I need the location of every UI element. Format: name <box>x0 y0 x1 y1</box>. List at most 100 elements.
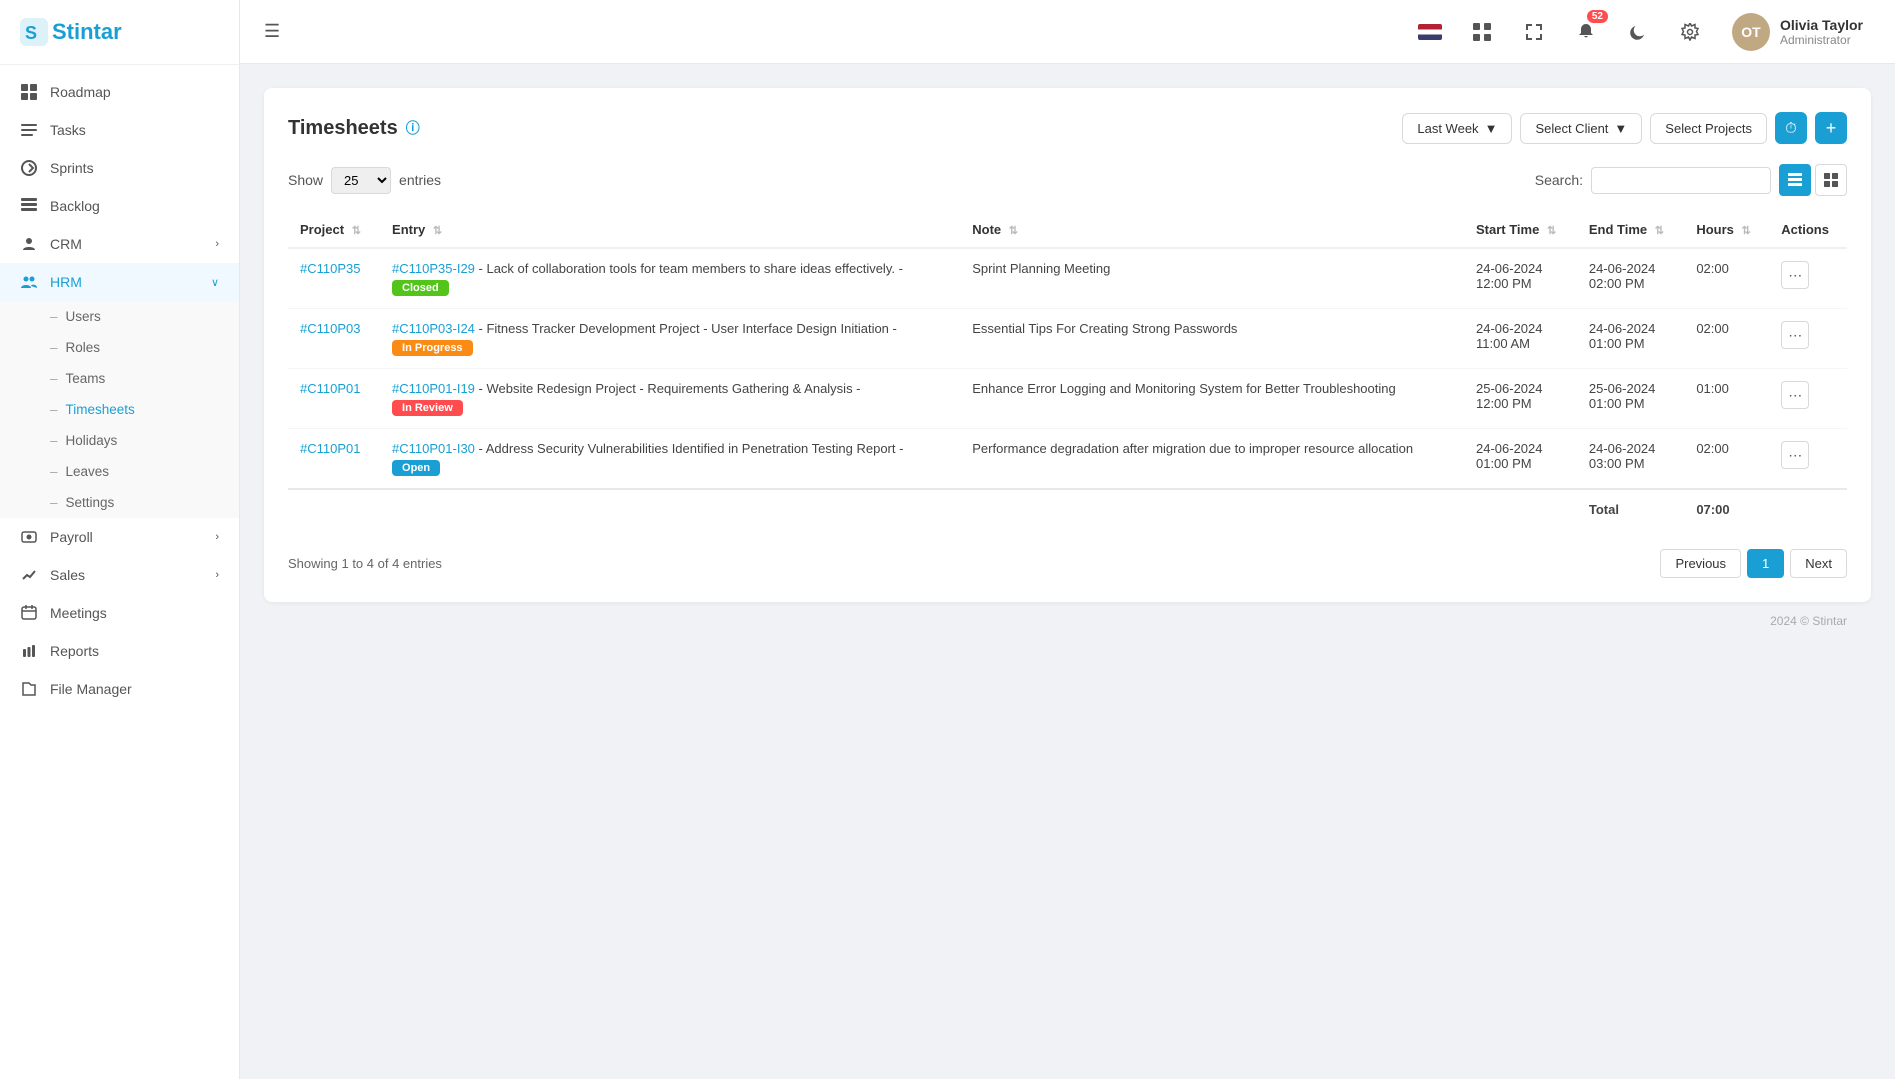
sidebar-item-crm[interactable]: CRM › <box>0 225 239 263</box>
entries-select[interactable]: 25 10 50 100 <box>331 167 391 194</box>
search-input[interactable] <box>1591 167 1771 194</box>
row-action-button[interactable]: ⋯ <box>1781 321 1809 349</box>
project-cell: #C110P01 <box>288 429 380 490</box>
sidebar-item-users-label: Users <box>66 309 101 324</box>
sidebar-item-holidays[interactable]: Holidays <box>0 425 239 456</box>
theme-toggle-button[interactable] <box>1620 14 1656 50</box>
crm-chevron-icon: › <box>215 238 219 250</box>
sprints-icon <box>20 159 38 177</box>
last-week-button[interactable]: Last Week ▼ <box>1402 113 1512 144</box>
sidebar-item-teams-label: Teams <box>66 371 106 386</box>
sidebar-item-tasks[interactable]: Tasks <box>0 111 239 149</box>
grid-expand-button[interactable] <box>1516 14 1552 50</box>
sidebar-item-settings[interactable]: Settings <box>0 487 239 518</box>
settings-button[interactable] <box>1672 14 1708 50</box>
status-badge: Closed <box>392 280 449 296</box>
entry-link[interactable]: #C110P03-I24 <box>392 321 475 336</box>
row-action-button[interactable]: ⋯ <box>1781 261 1809 289</box>
project-link[interactable]: #C110P35 <box>300 261 360 276</box>
actions-cell: ⋯ <box>1769 429 1847 490</box>
next-button[interactable]: Next <box>1790 549 1847 578</box>
hrm-icon <box>20 273 38 291</box>
timesheets-header: Timesheets ⓘ Last Week ▼ Select Client ▼… <box>288 112 1847 144</box>
sidebar-item-users[interactable]: Users <box>0 301 239 332</box>
entry-link[interactable]: #C110P01-I19 <box>392 381 475 396</box>
menu-toggle-button[interactable]: ☰ <box>264 21 280 42</box>
page-1-button[interactable]: 1 <box>1747 549 1784 578</box>
sidebar-item-sprints-label: Sprints <box>50 160 219 176</box>
sidebar-item-reports[interactable]: Reports <box>0 632 239 670</box>
entry-cell: #C110P01-I30 - Address Security Vulnerab… <box>380 429 960 490</box>
add-timesheet-button[interactable]: + <box>1815 112 1847 144</box>
entry-desc: - Address Security Vulnerabilities Ident… <box>479 441 904 456</box>
user-role: Administrator <box>1780 33 1863 47</box>
svg-text:S: S <box>25 23 37 43</box>
entry-link[interactable]: #C110P01-I30 <box>392 441 475 456</box>
info-icon[interactable]: ⓘ <box>406 118 420 138</box>
total-label: Total <box>1577 489 1684 529</box>
select-projects-button[interactable]: Select Projects <box>1650 113 1767 144</box>
entry-desc: - Lack of collaboration tools for team m… <box>479 261 903 276</box>
project-link[interactable]: #C110P01 <box>300 441 360 456</box>
view-buttons <box>1779 164 1847 196</box>
sidebar-item-roadmap[interactable]: Roadmap <box>0 73 239 111</box>
gear-icon <box>1681 23 1699 41</box>
flag-button[interactable] <box>1412 14 1448 50</box>
row-action-button[interactable]: ⋯ <box>1781 441 1809 469</box>
select-client-chevron-icon: ▼ <box>1614 121 1627 136</box>
col-hours[interactable]: Hours ⇅ <box>1684 212 1769 248</box>
select-client-button[interactable]: Select Client ▼ <box>1520 113 1642 144</box>
previous-button[interactable]: Previous <box>1660 549 1741 578</box>
note-cell: Performance degradation after migration … <box>960 429 1464 490</box>
sidebar-item-meetings[interactable]: Meetings <box>0 594 239 632</box>
col-start-time[interactable]: Start Time ⇅ <box>1464 212 1577 248</box>
sidebar-item-hrm-label: HRM <box>50 274 199 290</box>
entry-link[interactable]: #C110P35-I29 <box>392 261 475 276</box>
apps-button[interactable] <box>1464 14 1500 50</box>
col-note[interactable]: Note ⇅ <box>960 212 1464 248</box>
hrm-chevron-icon: ∨ <box>211 276 219 289</box>
us-flag-icon <box>1418 24 1442 40</box>
sidebar-item-roles[interactable]: Roles <box>0 332 239 363</box>
sidebar-item-file-manager[interactable]: File Manager <box>0 670 239 708</box>
table-view-button[interactable] <box>1779 164 1811 196</box>
notifications-button[interactable]: 52 <box>1568 14 1604 50</box>
moon-icon <box>1629 23 1647 41</box>
sidebar-item-sprints[interactable]: Sprints <box>0 149 239 187</box>
sort-project-icon: ⇅ <box>352 225 361 237</box>
start-time-cell: 24-06-202411:00 AM <box>1464 309 1577 369</box>
sidebar-item-leaves[interactable]: Leaves <box>0 456 239 487</box>
end-time-cell: 24-06-202402:00 PM <box>1577 248 1684 309</box>
entry-cell: #C110P03-I24 - Fitness Tracker Developme… <box>380 309 960 369</box>
user-name: Olivia Taylor <box>1780 17 1863 33</box>
payroll-chevron-icon: › <box>215 531 219 543</box>
project-link[interactable]: #C110P03 <box>300 321 360 336</box>
col-entry[interactable]: Entry ⇅ <box>380 212 960 248</box>
search-label: Search: <box>1535 172 1583 188</box>
clock-button[interactable]: ⏱ <box>1775 112 1807 144</box>
page-content: Timesheets ⓘ Last Week ▼ Select Client ▼… <box>240 64 1895 1079</box>
actions-cell: ⋯ <box>1769 309 1847 369</box>
last-week-chevron-icon: ▼ <box>1485 121 1498 136</box>
sidebar-item-sales[interactable]: Sales › <box>0 556 239 594</box>
sidebar-item-teams[interactable]: Teams <box>0 363 239 394</box>
status-badge: In Progress <box>392 340 473 356</box>
sidebar-item-timesheets[interactable]: Timesheets <box>0 394 239 425</box>
grid-view-button[interactable] <box>1815 164 1847 196</box>
user-profile[interactable]: OT Olivia Taylor Administrator <box>1724 7 1871 57</box>
sidebar-item-reports-label: Reports <box>50 643 219 659</box>
sidebar-item-payroll[interactable]: Payroll › <box>0 518 239 556</box>
show-label: Show <box>288 172 323 188</box>
roadmap-icon <box>20 83 38 101</box>
note-cell: Essential Tips For Creating Strong Passw… <box>960 309 1464 369</box>
project-link[interactable]: #C110P01 <box>300 381 360 396</box>
col-project[interactable]: Project ⇅ <box>288 212 380 248</box>
select-client-label: Select Client <box>1535 121 1608 136</box>
row-action-button[interactable]: ⋯ <box>1781 381 1809 409</box>
col-end-time[interactable]: End Time ⇅ <box>1577 212 1684 248</box>
notification-badge: 52 <box>1587 10 1608 23</box>
file-icon <box>20 680 38 698</box>
sidebar-item-backlog[interactable]: Backlog <box>0 187 239 225</box>
sidebar-item-hrm[interactable]: HRM ∨ <box>0 263 239 301</box>
hours-cell: 02:00 <box>1684 248 1769 309</box>
